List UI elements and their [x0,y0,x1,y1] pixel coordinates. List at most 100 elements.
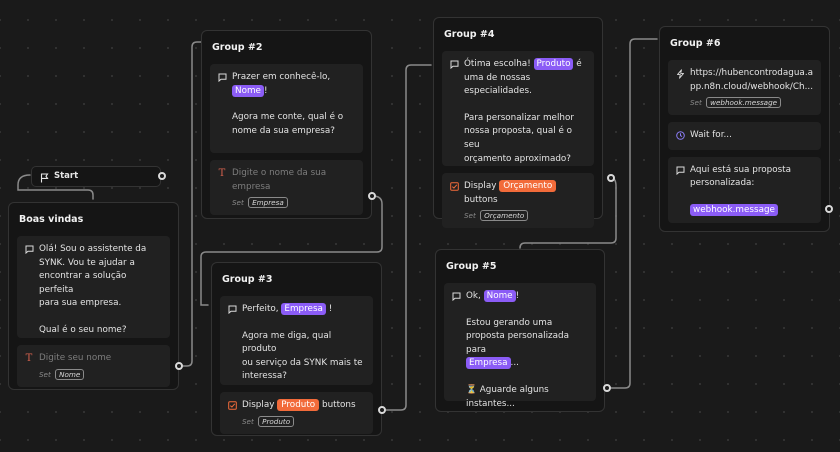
group-2[interactable]: Group #2 Prazer em conhecê-lo, Nome! Ago… [201,30,372,219]
start-label: Start [54,171,79,181]
message-line: Agora me diga, qual produto [242,330,332,355]
variable-pill: webhook.message [690,203,778,216]
message-line: especialidades. [464,86,532,97]
message-line: encontrar a solução perfeita [39,271,127,295]
buttons-line: Display Produto buttons [242,399,356,411]
chat-bubble-icon [451,290,461,303]
message-line: Ótima escolha! Produto é [464,58,582,70]
buttons-line: Display Orçamento buttons [464,180,586,207]
lightning-icon [675,67,685,80]
message-line: Ok, Nome! [466,290,520,302]
group-output-port[interactable] [603,384,611,392]
clock-icon [675,129,685,142]
variable-pill: Produto [277,399,320,411]
webhook-block[interactable]: https://hubencontrodagua.a pp.n8n.cloud/… [668,60,821,116]
set-variable-line: Set webhook.message [690,97,813,109]
group-title: Group #2 [212,42,263,53]
message-line: Empresa... [466,357,588,371]
text-input-icon: T [218,167,226,179]
webhook-url: https://hubencontrodagua.a [690,68,814,78]
variable-pill: Produto [533,58,574,70]
variable-tag: Empresa [248,197,288,209]
message-line: nome da sua empresa? [232,125,335,136]
text-bubble-block[interactable]: Olá! Sou o assistente da SYNK. Vou te aj… [17,236,170,338]
text-bubble-block[interactable]: Ótima escolha! Produto é uma de nossas e… [442,51,594,166]
message-line: personalizada: [690,178,755,189]
message-line: webhook.message [690,203,813,218]
variable-pill: Nome [232,84,264,97]
group-output-port[interactable] [825,205,833,213]
text-bubble-block[interactable]: Prazer em conhecê-lo, Nome! Agora me con… [210,64,363,153]
input-placeholder: Digite seu nome [39,353,112,363]
group-output-port[interactable] [378,406,386,414]
chat-bubble-icon [227,303,237,316]
group-4[interactable]: Group #4 Ótima escolha! Produto é uma de… [433,17,603,229]
edge-group3-to-group4 [382,64,432,411]
chat-bubble-icon [675,164,685,177]
edge-group5-to-group6 [606,38,658,389]
message-line: Nome! [232,84,355,99]
variable-tag: Nome [55,368,85,380]
message-line: para sua empresa. [39,298,122,309]
text-input-icon: T [25,352,33,364]
message-line: interessa? [242,371,287,382]
message-line: Perfeito, Empresa ! [242,303,333,315]
message-line: Aqui está sua proposta [690,164,792,175]
set-label: Set [464,211,476,221]
group-title: Group #4 [444,29,495,40]
message-line: Prazer em conhecê-lo, [232,72,331,82]
message-line: ⏳ Aguarde alguns [466,384,549,395]
message-line: Para personalizar melhor [464,112,574,123]
wait-block[interactable]: Wait for... [668,122,821,150]
message-line: SYNK. Vou te ajudar a [39,257,135,268]
group-title: Group #6 [670,38,721,49]
checkbox-icon [227,399,237,412]
wait-label: Wait for... [690,130,732,141]
chat-bubble-icon [449,58,459,71]
variable-pill: Nome [483,290,516,302]
text-input-block[interactable]: T Digite o nome da sua empresa Set Empre… [210,160,363,216]
message-line: uma de nossas [464,72,531,83]
group-5[interactable]: Group #5 Ok, Nome! Estou gerando uma pro… [435,249,605,412]
variable-tag: webhook.message [706,97,782,109]
message-line: Agora me conte, qual é o [232,112,344,123]
text-bubble-block[interactable]: Aqui está sua proposta personalizada: we… [668,156,821,223]
text-bubble-block[interactable]: Perfeito, Empresa ! Agora me diga, qual … [220,296,373,385]
chat-bubble-icon [217,71,227,84]
buttons-input-block[interactable]: Display Produto buttons Set Produto [220,392,373,434]
message-line: Estou gerando uma [466,317,553,328]
message-line: Olá! Sou o assistente da [39,244,147,254]
input-placeholder: Digite o nome da sua [232,168,327,178]
group-title: Group #3 [222,274,273,285]
group-output-port[interactable] [607,174,615,182]
start-node[interactable]: Start [31,166,161,187]
message-line: ou serviço da SYNK mais te [242,357,363,368]
set-label: Set [242,416,254,426]
variable-tag: Orçamento [480,210,529,222]
group-3[interactable]: Group #3 Perfeito, Empresa ! Agora me di… [211,262,382,436]
group-6[interactable]: Group #6 https://hubencontrodagua.a pp.n… [659,26,830,232]
variable-pill: Empresa [466,357,511,370]
text-input-block[interactable]: T Digite seu nome Set Nome [17,345,170,387]
buttons-input-block[interactable]: Display Orçamento buttons Set Orçamento [442,173,594,229]
message-line: orçamento aproximado? [464,153,571,164]
message-line: Qual é o seu nome? [39,324,127,335]
group-output-port[interactable] [368,192,376,200]
variable-pill: Empresa [281,303,326,315]
set-variable-line: Set Produto [242,415,365,427]
group-output-port[interactable] [175,362,183,370]
variable-tag: Produto [258,415,295,427]
group-title: Boas vindas [19,214,84,225]
start-output-port[interactable] [158,172,166,180]
group-boas-vindas[interactable]: Boas vindas Olá! Sou o assistente da SYN… [8,202,179,390]
set-label: Set [232,198,244,208]
set-label: Set [39,369,51,379]
message-line: instantes... [466,398,515,409]
text-bubble-block[interactable]: Ok, Nome! Estou gerando uma proposta per… [444,283,596,409]
set-variable-line: Set Empresa [232,197,355,209]
edge-boas-vindas-to-group2 [179,41,202,367]
set-label: Set [690,98,702,108]
webhook-url: pp.n8n.cloud/webhook/Ch... [690,81,813,92]
flag-icon [40,172,49,191]
chat-bubble-icon [24,243,34,256]
